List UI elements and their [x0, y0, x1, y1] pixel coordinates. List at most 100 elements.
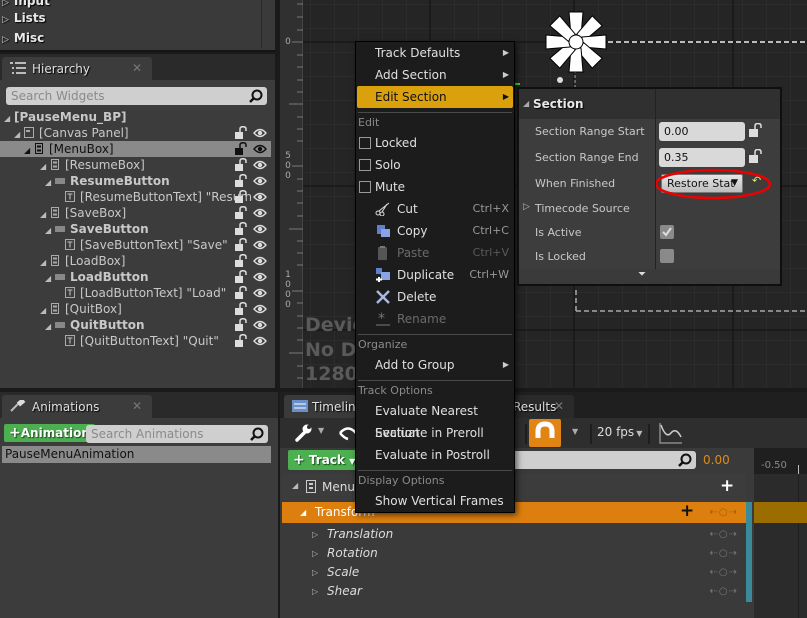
hierarchy-row[interactable]: ◢ [LoadBox] [0, 253, 271, 269]
hierarchy-row[interactable]: ◢ [Canvas Panel] [0, 125, 271, 141]
add-plus-icon[interactable]: + [720, 476, 734, 496]
section-range-start-field[interactable]: 0.00 [659, 122, 745, 141]
eye-icon[interactable] [253, 160, 267, 170]
hierarchy-row[interactable]: [ResumeButtonText] "Resum [0, 189, 271, 205]
eye-icon[interactable] [253, 128, 267, 138]
unlock-icon[interactable] [235, 318, 247, 331]
eye-icon[interactable] [253, 224, 267, 234]
expand-icon[interactable]: ◢ [292, 481, 298, 490]
keyframe-nav-icon[interactable]: ⇠○⇢ [710, 563, 738, 582]
checkbox[interactable] [359, 137, 371, 149]
unlock-icon[interactable] [749, 149, 762, 163]
hierarchy-row[interactable]: ◢ [ResumeBox] [0, 157, 271, 173]
menu-item-delete[interactable]: Delete [357, 286, 513, 308]
expand-icon[interactable]: ▷ [523, 202, 530, 212]
close-icon[interactable]: ✕ [132, 399, 142, 413]
menu-item-mute[interactable]: Mute [357, 176, 513, 198]
timeline-track-area[interactable] [754, 474, 807, 618]
tab-animations[interactable]: Animations ✕ [2, 395, 152, 419]
menu-item-cut[interactable]: Cut Ctrl+X [357, 198, 513, 220]
add-animation-button[interactable]: +Animation [4, 424, 95, 442]
hierarchy-row[interactable]: [SaveButtonText] "Save" [0, 237, 271, 253]
menu-item-add-section[interactable]: Add Section ▶ [357, 64, 513, 86]
menu-item-evaluate-in-preroll[interactable]: Evaluate in Preroll [357, 422, 513, 444]
hierarchy-row[interactable]: ◢ [QuitBox] [0, 301, 271, 317]
expand-icon[interactable]: ◢ [300, 502, 306, 523]
keyframe-nav-icon[interactable]: ⇠○⇢ [710, 582, 738, 601]
search-widgets-input[interactable]: Search Widgets [6, 87, 267, 105]
unlock-icon[interactable] [235, 286, 247, 299]
eye-icon[interactable] [253, 320, 267, 330]
menu-item-add-to-group[interactable]: Add to Group ▶ [357, 354, 513, 376]
unlock-icon[interactable] [235, 142, 247, 155]
keyframe-nav-icon[interactable]: ⇠○⇢ [710, 525, 738, 544]
current-time-readout[interactable]: 0.00 [703, 453, 730, 467]
unlock-icon[interactable] [749, 123, 762, 137]
transform-section-bar[interactable] [754, 502, 807, 523]
menu-item-paste[interactable]: Paste Ctrl+V [357, 242, 513, 264]
menu-item-evaluate-nearest-section[interactable]: Evaluate Nearest Section [357, 400, 513, 440]
expand-icon[interactable]: ▷ [312, 544, 318, 563]
menu-item-rename[interactable]: * Rename [357, 308, 513, 330]
unlock-icon[interactable] [235, 158, 247, 171]
eye-icon[interactable] [253, 208, 267, 218]
expand-more-button[interactable]: ⏷ [519, 269, 780, 284]
unlock-icon[interactable] [235, 270, 247, 283]
keyframe-nav-icon[interactable]: ⇠○⇢ [710, 544, 738, 563]
menu-item-evaluate-in-postroll[interactable]: Evaluate in Postroll [357, 444, 513, 466]
hierarchy-row[interactable]: [LoadButtonText] "Load" [0, 285, 271, 301]
menu-item-edit-section[interactable]: Edit Section ▶ [357, 86, 513, 108]
anchor-icon[interactable] [544, 10, 608, 74]
unlock-icon[interactable] [235, 238, 247, 251]
close-icon[interactable]: ✕ [132, 61, 142, 75]
hierarchy-row[interactable]: ◢ [MenuBox] [0, 141, 271, 157]
menu-item-copy[interactable]: Copy Ctrl+C [357, 220, 513, 242]
unlock-icon[interactable] [235, 174, 247, 187]
section-range-end-field[interactable]: 0.35 [659, 148, 745, 167]
unlock-icon[interactable] [235, 206, 247, 219]
eye-icon[interactable] [253, 240, 267, 250]
timeline-ruler[interactable]: -0.50 [754, 448, 807, 474]
keyframe-nav-icon[interactable]: ⇠○⇢ [710, 502, 738, 523]
close-icon[interactable]: ✕ [554, 399, 564, 413]
palette-category-lists[interactable]: ▷ Lists [2, 11, 46, 25]
hierarchy-row[interactable]: ◢ LoadButton [0, 269, 271, 285]
checkbox[interactable] [359, 159, 371, 171]
unlock-icon[interactable] [235, 126, 247, 139]
animation-list-item[interactable]: PauseMenuAnimation [2, 446, 271, 463]
unlock-icon[interactable] [235, 222, 247, 235]
menu-item-locked[interactable]: Locked [357, 132, 513, 154]
track-row-translation[interactable]: ▷ Translation ⇠○⇢ [282, 525, 746, 544]
fps-dropdown[interactable]: 20 fps ▼ [597, 425, 642, 439]
chevron-down-icon[interactable]: ▼ [318, 426, 324, 435]
track-row-shear[interactable]: ▷ Shear ⇠○⇢ [282, 582, 746, 601]
hierarchy-row[interactable]: ◢ [PauseMenu_BP] [0, 109, 271, 125]
curve-editor-icon[interactable] [658, 421, 684, 445]
hierarchy-row[interactable]: [QuitButtonText] "Quit" [0, 333, 271, 349]
eye-icon[interactable] [253, 288, 267, 298]
snap-toggle-button[interactable] [529, 419, 561, 447]
section-category-header[interactable]: ◢ Section [519, 89, 780, 119]
is-locked-checkbox[interactable] [660, 249, 674, 263]
search-animations-input[interactable]: Search Animations [86, 425, 268, 443]
track-row-scale[interactable]: ▷ Scale ⇠○⇢ [282, 563, 746, 582]
is-active-checkbox[interactable] [660, 225, 674, 239]
hierarchy-row[interactable]: ◢ QuitButton [0, 317, 271, 333]
eye-icon[interactable] [253, 304, 267, 314]
collapse-icon[interactable]: ◢ [523, 99, 529, 108]
add-track-button[interactable]: + Track ▼ [288, 450, 361, 470]
eye-icon[interactable] [253, 176, 267, 186]
unlock-icon[interactable] [235, 254, 247, 267]
expand-icon[interactable]: ▷ [312, 582, 318, 601]
eye-icon[interactable] [253, 336, 267, 346]
eye-icon[interactable] [253, 144, 267, 154]
palette-category-input[interactable]: ▷ Input [2, 0, 50, 8]
menu-item-duplicate[interactable]: Duplicate Ctrl+W [357, 264, 513, 286]
track-row-rotation[interactable]: ▷ Rotation ⇠○⇢ [282, 544, 746, 563]
hierarchy-row[interactable]: ◢ ResumeButton [0, 173, 271, 189]
tab-hierarchy[interactable]: Hierarchy ✕ [2, 57, 152, 81]
unlock-icon[interactable] [235, 190, 247, 203]
unlock-icon[interactable] [235, 302, 247, 315]
eye-icon[interactable] [253, 256, 267, 266]
menu-item-show-vertical-frames[interactable]: Show Vertical Frames [357, 490, 513, 512]
